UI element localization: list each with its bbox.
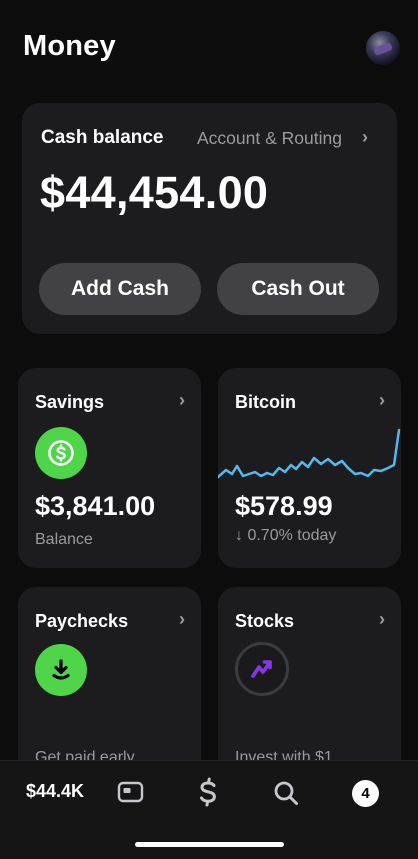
chevron-right-icon: › [179, 609, 185, 629]
cash-balance-card[interactable]: Cash balance Account & Routing › $44,454… [22, 103, 397, 334]
savings-title: Savings [35, 392, 105, 412]
chevron-right-icon: › [179, 390, 185, 410]
bitcoin-price: $578.99 [235, 491, 333, 521]
add-cash-button[interactable]: Add Cash [39, 263, 201, 315]
cash-out-button[interactable]: Cash Out [217, 263, 379, 315]
bitcoin-sparkline [218, 428, 401, 479]
bitcoin-change-text: 0.70% today [247, 527, 337, 544]
account-routing-link[interactable]: Account & Routing [197, 128, 342, 149]
chevron-right-icon: › [379, 609, 385, 629]
cash-balance-amount: $44,454.00 [40, 167, 269, 218]
paychecks-card[interactable]: Paychecks › Get paid early [18, 587, 201, 787]
savings-dollar-icon [35, 427, 87, 479]
stocks-title: Stocks [235, 611, 295, 631]
download-icon [35, 644, 87, 696]
savings-sublabel: Balance [35, 531, 93, 548]
home-indicator [135, 842, 284, 847]
page-title: Money [23, 30, 116, 62]
arrow-down-icon: ↓ [235, 527, 243, 544]
search-icon[interactable] [273, 780, 299, 811]
chevron-right-icon[interactable]: › [362, 127, 368, 148]
card-icon[interactable] [117, 781, 144, 808]
stocks-trend-icon [235, 642, 289, 696]
savings-card[interactable]: Savings › $3,841.00 Balance [18, 368, 201, 568]
bitcoin-title: Bitcoin [235, 392, 296, 412]
cash-balance-label: Cash balance [41, 127, 164, 148]
nav-money-tab[interactable]: $44.4K [26, 781, 84, 802]
bitcoin-change: ↓ 0.70% today [235, 527, 336, 545]
bitcoin-card[interactable]: Bitcoin › $578.99 ↓ 0.70% today [218, 368, 401, 568]
profile-avatar[interactable] [366, 31, 400, 65]
chevron-right-icon: › [379, 390, 385, 410]
paychecks-title: Paychecks [35, 611, 129, 631]
savings-amount: $3,841.00 [35, 491, 156, 521]
dollar-icon[interactable] [197, 777, 219, 812]
activity-badge[interactable]: 4 [352, 780, 379, 807]
stocks-card[interactable]: Stocks › Invest with $1 [218, 587, 401, 787]
